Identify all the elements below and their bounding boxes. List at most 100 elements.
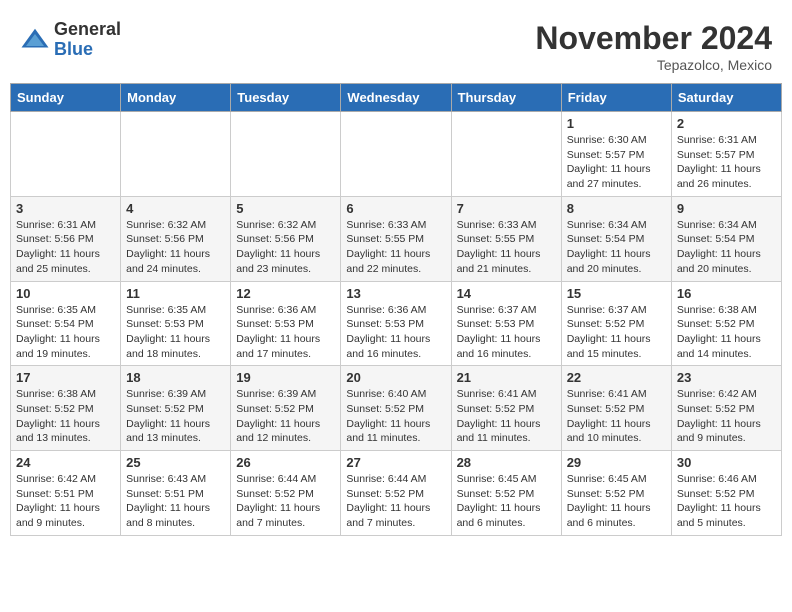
day-info: Sunrise: 6:32 AM Sunset: 5:56 PM Dayligh… xyxy=(236,218,335,277)
calendar-cell: 4 Sunrise: 6:32 AM Sunset: 5:56 PM Daylig… xyxy=(121,196,231,281)
day-info: Sunrise: 6:44 AM Sunset: 5:52 PM Dayligh… xyxy=(236,472,335,531)
calendar-cell: 24 Sunrise: 6:42 AM Sunset: 5:51 PM Dayli… xyxy=(11,451,121,536)
day-info: Sunrise: 6:32 AM Sunset: 5:56 PM Dayligh… xyxy=(126,218,225,277)
calendar-week-row: 10Sunrise: 6:35 AM Sunset: 5:54 PM Dayli… xyxy=(11,281,782,366)
day-number: 28 xyxy=(457,455,556,470)
day-info: Sunrise: 6:42 AM Sunset: 5:52 PM Dayligh… xyxy=(677,387,776,446)
day-number: 7 xyxy=(457,201,556,216)
title-block: November 2024 Tepazolco, Mexico xyxy=(535,20,772,73)
day-number: 3 xyxy=(16,201,115,216)
day-number: 27 xyxy=(346,455,445,470)
day-number: 16 xyxy=(677,286,776,301)
calendar-cell: 20 Sunrise: 6:40 AM Sunset: 5:52 PM Dayli… xyxy=(341,366,451,451)
day-info: Sunrise: 6:36 AM Sunset: 5:53 PM Dayligh… xyxy=(236,303,335,362)
day-number: 9 xyxy=(677,201,776,216)
location: Tepazolco, Mexico xyxy=(535,57,772,73)
weekday-header: Friday xyxy=(561,84,671,112)
day-number: 25 xyxy=(126,455,225,470)
weekday-header: Wednesday xyxy=(341,84,451,112)
day-info: Sunrise: 6:34 AM Sunset: 5:54 PM Dayligh… xyxy=(567,218,666,277)
day-number: 21 xyxy=(457,370,556,385)
day-number: 11 xyxy=(126,286,225,301)
calendar-week-row: 17 Sunrise: 6:38 AM Sunset: 5:52 PM Dayli… xyxy=(11,366,782,451)
day-info: Sunrise: 6:41 AM Sunset: 5:52 PM Dayligh… xyxy=(457,387,556,446)
day-info: Sunrise: 6:31 AM Sunset: 5:56 PM Dayligh… xyxy=(16,218,115,277)
day-info: Sunrise: 6:42 AM Sunset: 5:51 PM Dayligh… xyxy=(16,472,115,531)
day-info: Sunrise: 6:46 AM Sunset: 5:52 PM Dayligh… xyxy=(677,472,776,531)
calendar-cell xyxy=(231,112,341,197)
calendar-cell: 21 Sunrise: 6:41 AM Sunset: 5:52 PM Dayli… xyxy=(451,366,561,451)
day-number: 8 xyxy=(567,201,666,216)
day-info: Sunrise: 6:33 AM Sunset: 5:55 PM Dayligh… xyxy=(457,218,556,277)
day-number: 10 xyxy=(16,286,115,301)
calendar-cell: 19 Sunrise: 6:39 AM Sunset: 5:52 PM Dayli… xyxy=(231,366,341,451)
logo-icon xyxy=(20,25,50,55)
calendar-cell: 10Sunrise: 6:35 AM Sunset: 5:54 PM Dayli… xyxy=(11,281,121,366)
calendar-week-row: 1Sunrise: 6:30 AM Sunset: 5:57 PM Daylig… xyxy=(11,112,782,197)
day-info: Sunrise: 6:41 AM Sunset: 5:52 PM Dayligh… xyxy=(567,387,666,446)
calendar-header-row: SundayMondayTuesdayWednesdayThursdayFrid… xyxy=(11,84,782,112)
calendar-cell: 3 Sunrise: 6:31 AM Sunset: 5:56 PM Daylig… xyxy=(11,196,121,281)
day-number: 23 xyxy=(677,370,776,385)
day-info: Sunrise: 6:37 AM Sunset: 5:52 PM Dayligh… xyxy=(567,303,666,362)
day-number: 22 xyxy=(567,370,666,385)
calendar-week-row: 3 Sunrise: 6:31 AM Sunset: 5:56 PM Daylig… xyxy=(11,196,782,281)
calendar-cell: 2Sunrise: 6:31 AM Sunset: 5:57 PM Daylig… xyxy=(671,112,781,197)
day-number: 19 xyxy=(236,370,335,385)
day-number: 17 xyxy=(16,370,115,385)
weekday-header: Thursday xyxy=(451,84,561,112)
day-number: 26 xyxy=(236,455,335,470)
calendar-cell: 23 Sunrise: 6:42 AM Sunset: 5:52 PM Dayli… xyxy=(671,366,781,451)
day-info: Sunrise: 6:37 AM Sunset: 5:53 PM Dayligh… xyxy=(457,303,556,362)
day-info: Sunrise: 6:40 AM Sunset: 5:52 PM Dayligh… xyxy=(346,387,445,446)
day-info: Sunrise: 6:44 AM Sunset: 5:52 PM Dayligh… xyxy=(346,472,445,531)
day-info: Sunrise: 6:36 AM Sunset: 5:53 PM Dayligh… xyxy=(346,303,445,362)
day-info: Sunrise: 6:43 AM Sunset: 5:51 PM Dayligh… xyxy=(126,472,225,531)
day-number: 2 xyxy=(677,116,776,131)
calendar-cell: 1Sunrise: 6:30 AM Sunset: 5:57 PM Daylig… xyxy=(561,112,671,197)
calendar-cell: 29Sunrise: 6:45 AM Sunset: 5:52 PM Dayli… xyxy=(561,451,671,536)
day-number: 18 xyxy=(126,370,225,385)
day-info: Sunrise: 6:39 AM Sunset: 5:52 PM Dayligh… xyxy=(126,387,225,446)
calendar-cell: 17 Sunrise: 6:38 AM Sunset: 5:52 PM Dayli… xyxy=(11,366,121,451)
calendar-cell: 8 Sunrise: 6:34 AM Sunset: 5:54 PM Daylig… xyxy=(561,196,671,281)
calendar-cell: 7 Sunrise: 6:33 AM Sunset: 5:55 PM Daylig… xyxy=(451,196,561,281)
logo: General Blue xyxy=(20,20,121,60)
calendar-cell: 15Sunrise: 6:37 AM Sunset: 5:52 PM Dayli… xyxy=(561,281,671,366)
calendar-table: SundayMondayTuesdayWednesdayThursdayFrid… xyxy=(10,83,782,536)
day-number: 5 xyxy=(236,201,335,216)
day-info: Sunrise: 6:38 AM Sunset: 5:52 PM Dayligh… xyxy=(16,387,115,446)
logo-text: General Blue xyxy=(54,20,121,60)
weekday-header: Saturday xyxy=(671,84,781,112)
calendar-cell xyxy=(451,112,561,197)
logo-general: General xyxy=(54,20,121,40)
calendar-cell: 12 Sunrise: 6:36 AM Sunset: 5:53 PM Dayli… xyxy=(231,281,341,366)
day-info: Sunrise: 6:35 AM Sunset: 5:53 PM Dayligh… xyxy=(126,303,225,362)
day-number: 20 xyxy=(346,370,445,385)
calendar-cell: 13 Sunrise: 6:36 AM Sunset: 5:53 PM Dayli… xyxy=(341,281,451,366)
calendar-cell: 5 Sunrise: 6:32 AM Sunset: 5:56 PM Daylig… xyxy=(231,196,341,281)
day-info: Sunrise: 6:33 AM Sunset: 5:55 PM Dayligh… xyxy=(346,218,445,277)
day-number: 29 xyxy=(567,455,666,470)
day-info: Sunrise: 6:39 AM Sunset: 5:52 PM Dayligh… xyxy=(236,387,335,446)
calendar-cell: 26 Sunrise: 6:44 AM Sunset: 5:52 PM Dayli… xyxy=(231,451,341,536)
calendar-cell: 9Sunrise: 6:34 AM Sunset: 5:54 PM Daylig… xyxy=(671,196,781,281)
calendar-cell: 18 Sunrise: 6:39 AM Sunset: 5:52 PM Dayli… xyxy=(121,366,231,451)
day-number: 12 xyxy=(236,286,335,301)
day-number: 30 xyxy=(677,455,776,470)
calendar-cell: 14Sunrise: 6:37 AM Sunset: 5:53 PM Dayli… xyxy=(451,281,561,366)
calendar-cell: 25 Sunrise: 6:43 AM Sunset: 5:51 PM Dayli… xyxy=(121,451,231,536)
day-number: 6 xyxy=(346,201,445,216)
calendar-week-row: 24 Sunrise: 6:42 AM Sunset: 5:51 PM Dayli… xyxy=(11,451,782,536)
day-info: Sunrise: 6:30 AM Sunset: 5:57 PM Dayligh… xyxy=(567,133,666,192)
day-number: 4 xyxy=(126,201,225,216)
month-title: November 2024 xyxy=(535,20,772,57)
weekday-header: Tuesday xyxy=(231,84,341,112)
calendar-cell: 28 Sunrise: 6:45 AM Sunset: 5:52 PM Dayli… xyxy=(451,451,561,536)
day-number: 24 xyxy=(16,455,115,470)
weekday-header: Monday xyxy=(121,84,231,112)
day-info: Sunrise: 6:45 AM Sunset: 5:52 PM Dayligh… xyxy=(457,472,556,531)
calendar-cell: 6 Sunrise: 6:33 AM Sunset: 5:55 PM Daylig… xyxy=(341,196,451,281)
weekday-header: Sunday xyxy=(11,84,121,112)
day-number: 13 xyxy=(346,286,445,301)
